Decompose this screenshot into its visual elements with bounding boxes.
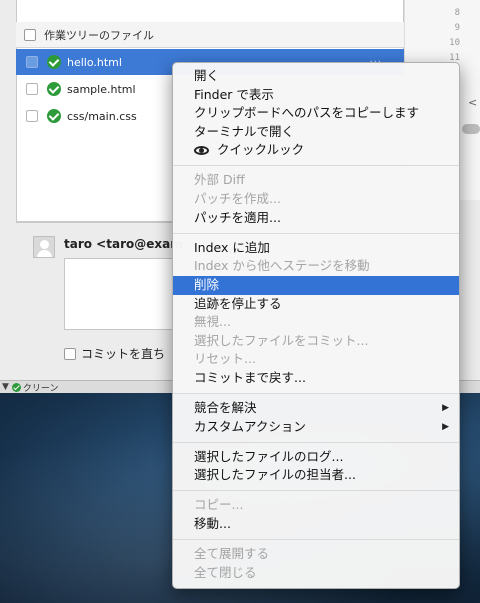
amend-option[interactable]: コミットを直ち: [64, 345, 165, 362]
working-tree-header: 作業ツリーのファイル: [16, 22, 404, 48]
amend-checkbox[interactable]: [64, 347, 76, 360]
menu-item-external-diff: 外部 Diff: [194, 172, 245, 188]
line-number: 9: [454, 23, 460, 33]
menu-item-quick-look[interactable]: クイックルック: [173, 141, 459, 160]
menu-separator: [173, 539, 459, 541]
menu-item-reset: リセット...: [194, 351, 256, 367]
menu-item-apply-patch[interactable]: パッチを適用...: [173, 209, 459, 228]
amend-label: コミットを直ち: [81, 347, 166, 361]
clean-status-label: クリーン: [22, 383, 59, 394]
avatar: [33, 236, 55, 258]
clean-status-icon: [47, 109, 61, 123]
menu-separator: [173, 490, 459, 492]
clean-status-icon: [47, 82, 61, 96]
menu-item-collapse-all: 全て閉じる: [194, 564, 257, 580]
line-number: 8: [454, 8, 460, 18]
menu-item-show-in-finder[interactable]: Finder で表示: [173, 86, 459, 105]
menu-item-move[interactable]: 移動...: [173, 515, 459, 534]
menu-separator: [173, 441, 459, 443]
clean-status-icon: [47, 55, 61, 69]
file-name: css/main.css: [67, 109, 137, 123]
submenu-arrow-icon: ▶: [442, 421, 449, 432]
file-checkbox[interactable]: [26, 110, 38, 122]
menu-item-move-stage: Index から他へステージを移動: [194, 258, 370, 274]
commit-message-input[interactable]: [64, 258, 188, 330]
select-all-checkbox[interactable]: [24, 28, 36, 41]
menu-item-file-log[interactable]: 選択したファイルのログ...: [173, 448, 459, 467]
truncated-code-char: <: [468, 96, 478, 109]
menu-item-file-blame[interactable]: 選択したファイルの担当者...: [173, 466, 459, 485]
menu-item-stop-tracking[interactable]: 追跡を停止する: [173, 295, 459, 314]
menu-item-create-patch: パッチを作成...: [194, 191, 281, 207]
line-number: 10: [449, 38, 460, 48]
file-name: hello.html: [67, 55, 122, 69]
menu-item-copy-path[interactable]: クリップボードへのパスをコピーします: [173, 104, 459, 123]
submenu-arrow-icon: ▶: [442, 403, 449, 413]
menu-item-revert-to-commit[interactable]: コミットまで戻す...: [173, 369, 459, 388]
working-tree-title: 作業ツリーのファイル: [44, 28, 154, 42]
file-checkbox[interactable]: [26, 56, 38, 68]
file-name: sample.html: [67, 82, 136, 96]
menu-item-open-terminal[interactable]: ターミナルで開く: [173, 123, 459, 142]
menu-separator: [173, 393, 459, 394]
menu-item-delete[interactable]: 削除: [173, 275, 459, 295]
menu-item-custom-actions[interactable]: カスタムアクション ▶: [173, 418, 459, 437]
check-icon: [11, 382, 21, 392]
menu-separator: [173, 165, 459, 167]
menu-item-open[interactable]: 開く: [173, 67, 459, 86]
menu-item-copy: コピー...: [194, 497, 244, 513]
file-checkbox[interactable]: [26, 83, 38, 95]
eye-icon: [194, 146, 209, 156]
menu-item-ignore: 無視...: [194, 314, 231, 330]
horizontal-scrollbar[interactable]: [462, 124, 480, 134]
menu-item-resolve-conflicts[interactable]: 競合を解決 ▶: [173, 399, 459, 418]
context-menu: 開く Finder で表示 クリップボードへのパスをコピーします ターミナルで開…: [172, 62, 460, 589]
menu-item-add-to-index[interactable]: Index に追加: [173, 239, 459, 258]
chevron-down-icon[interactable]: ▼: [2, 382, 9, 392]
commit-author: taro <taro@exam: [64, 237, 183, 251]
menu-separator: [173, 232, 459, 234]
menu-item-expand-all: 全て展開する: [194, 546, 270, 562]
menu-item-commit-selected: 選択したファイルをコミット...: [194, 332, 369, 348]
